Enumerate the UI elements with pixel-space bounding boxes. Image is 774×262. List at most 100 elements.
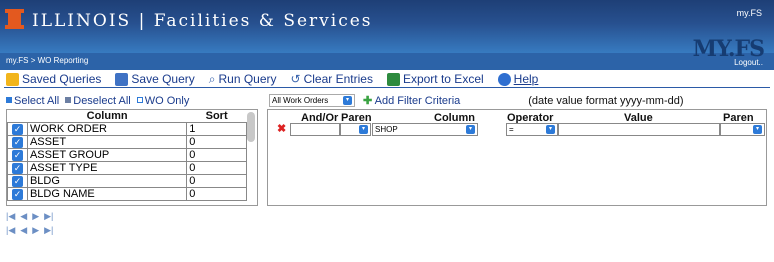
chevron-down-icon: ▾ [466,125,475,134]
sort-cell[interactable]: 1 [186,122,247,136]
filter-row: ✖ ▾ SHOP ▾ = ▾ ▾ [272,123,765,136]
search-icon: ⌕ [208,71,216,86]
help-label: Help [513,72,539,86]
save-icon [115,72,129,86]
first-page-icon[interactable]: |◀ [6,225,15,236]
delete-icon[interactable]: ✖ [277,122,286,135]
column-scrollbar[interactable] [247,112,255,142]
operator-select[interactable]: = ▾ [506,123,558,136]
clear-entries-label: Clear Entries [303,72,373,86]
checkbox-cell: ✓ [7,135,28,149]
paren-select[interactable]: ▾ [340,123,371,136]
logout-link[interactable]: Logout.. [734,58,763,67]
filter-pager: |◀ ◀ ▶ ▶| [6,225,53,236]
help-icon [497,72,511,86]
table-row: ✓ ASSET GROUP 0 [7,148,247,162]
export-excel-label: Export to Excel [402,72,484,86]
column-checkbox[interactable]: ✓ [11,149,23,161]
undo-icon: ↺ [290,72,301,86]
save-query-button[interactable]: Save Query [115,72,195,86]
breadcrumb[interactable]: my.FS > WO Reporting [6,56,88,65]
site-header: ILLINOIS | Facilities & Services my.FS [0,0,774,58]
run-query-label: Run Query [218,72,277,86]
save-query-label: Save Query [131,72,195,86]
saved-queries-button[interactable]: Saved Queries [6,72,101,86]
scope-value: All Work Orders [272,96,329,105]
column-checkbox[interactable]: ✓ [11,123,23,135]
column-name-cell: ASSET TYPE [26,161,188,175]
column-table: Column Sort ✓ WORK ORDER 1 ✓ ASSET 0 ✓ A… [7,110,247,201]
filter-panel: And/Or Paren Column Operator Value Paren… [267,109,767,206]
illinois-logo-icon [5,9,24,29]
prev-page-icon[interactable]: ◀ [20,211,27,222]
column-checkbox[interactable]: ✓ [11,136,23,148]
brand-title: ILLINOIS | Facilities & Services [32,11,373,31]
filter-controls: All Work Orders ▾ ✚ Add Filter Criteria … [269,94,684,107]
column-name-cell: BLDG NAME [26,187,188,201]
toolbar: Saved Queries Save Query ⌕ Run Query ↺ C… [6,71,538,87]
export-excel-button[interactable]: Export to Excel [386,72,484,86]
date-format-hint: (date value format yyyy-mm-dd) [528,94,684,107]
chevron-down-icon: ▾ [753,125,762,134]
table-row: ✓ WORK ORDER 1 [7,122,247,136]
deselect-all-icon [65,97,72,103]
wo-only-label: WO Only [144,95,190,107]
column-checkbox[interactable]: ✓ [11,162,23,174]
excel-icon [386,72,400,86]
prev-page-icon[interactable]: ◀ [20,225,27,236]
checkbox-cell: ✓ [7,122,28,136]
last-page-icon[interactable]: ▶| [44,211,53,222]
myfs-link[interactable]: my.FS [737,8,762,18]
sort-cell[interactable]: 0 [186,187,247,201]
sort-cell[interactable]: 0 [186,148,247,162]
column-name-cell: ASSET [26,135,188,149]
table-row: ✓ ASSET TYPE 0 [7,161,247,175]
sort-header: Sort [205,110,228,122]
plus-icon: ✚ [363,95,373,107]
next-page-icon[interactable]: ▶ [32,211,39,222]
sort-cell[interactable]: 0 [186,161,247,175]
select-all-label: Select All [14,95,60,107]
column-header: Column [86,110,128,122]
column-selector-panel[interactable]: Column Sort ✓ WORK ORDER 1 ✓ ASSET 0 ✓ A… [6,109,258,206]
selection-links: Select All Deselect All WO Only [6,95,189,107]
add-filter-label: Add Filter Criteria [374,95,461,107]
clear-entries-button[interactable]: ↺ Clear Entries [291,72,373,86]
first-page-icon[interactable]: |◀ [6,211,15,222]
chevron-down-icon: ▾ [343,96,352,105]
wo-only-link[interactable]: WO Only [136,95,190,107]
column-pager: |◀ ◀ ▶ ▶| [6,211,53,222]
and-or-cell[interactable] [290,123,340,136]
toolbar-divider [4,87,770,88]
paren-close-select[interactable]: ▾ [720,123,765,136]
operator-value: = [509,125,514,134]
help-button[interactable]: Help [497,72,539,86]
column-name-cell: BLDG [26,174,188,188]
value-input[interactable] [558,123,720,136]
folder-icon [6,72,19,86]
checkbox-cell: ✓ [7,174,28,188]
sort-cell[interactable]: 0 [186,174,247,188]
chevron-down-icon: ▾ [546,125,555,134]
checkbox-cell: ✓ [7,187,28,201]
scope-select[interactable]: All Work Orders ▾ [269,94,355,107]
column-name-cell: ASSET GROUP [26,148,188,162]
checkbox-cell: ✓ [7,148,28,162]
deselect-all-label: Deselect All [73,95,131,107]
next-page-icon[interactable]: ▶ [32,225,39,236]
run-query-button[interactable]: ⌕ Run Query [209,72,277,87]
last-page-icon[interactable]: ▶| [44,225,53,236]
add-filter-button[interactable]: ✚ Add Filter Criteria [363,94,460,107]
table-row: ✓ ASSET 0 [7,135,247,149]
sort-cell[interactable]: 0 [186,135,247,149]
column-value: SHOP [375,125,398,134]
deselect-all-link[interactable]: Deselect All [65,95,131,107]
column-checkbox[interactable]: ✓ [11,175,23,187]
checkbox-cell: ✓ [7,161,28,175]
column-checkbox[interactable]: ✓ [11,188,23,200]
chevron-down-icon: ▾ [359,125,368,134]
column-select[interactable]: SHOP ▾ [372,123,478,136]
select-all-link[interactable]: Select All [6,95,59,107]
column-name-cell: WORK ORDER [26,122,188,136]
table-row: ✓ BLDG 0 [7,174,247,188]
